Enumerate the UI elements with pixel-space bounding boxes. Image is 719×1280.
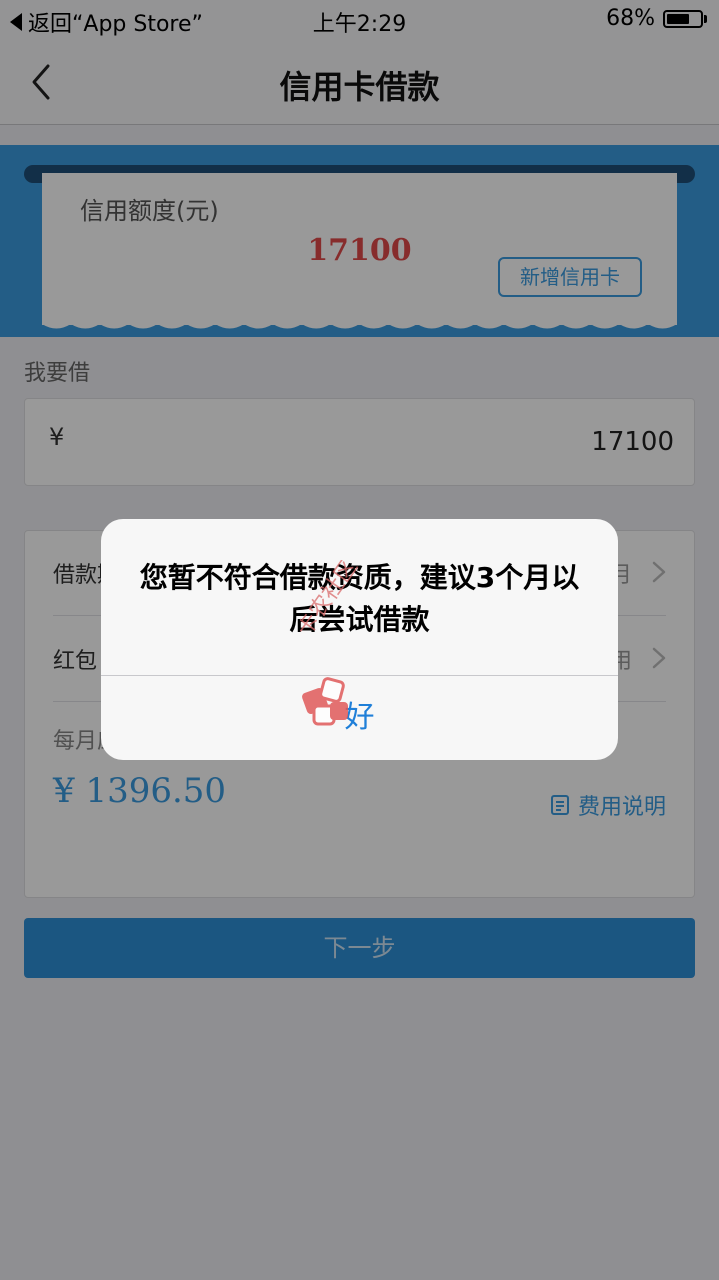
alert-message: 您暂不符合借款资质，建议3个月以后尝试借款 xyxy=(139,561,580,636)
screen: 返回“App Store” 上午2:29 68% 信用卡借款 信用额度(元) 1… xyxy=(0,0,719,1280)
alert-dialog: 您暂不符合借款资质，建议3个月以后尝试借款 好 xyxy=(101,519,618,760)
alert-ok-button[interactable]: 好 xyxy=(101,676,618,760)
